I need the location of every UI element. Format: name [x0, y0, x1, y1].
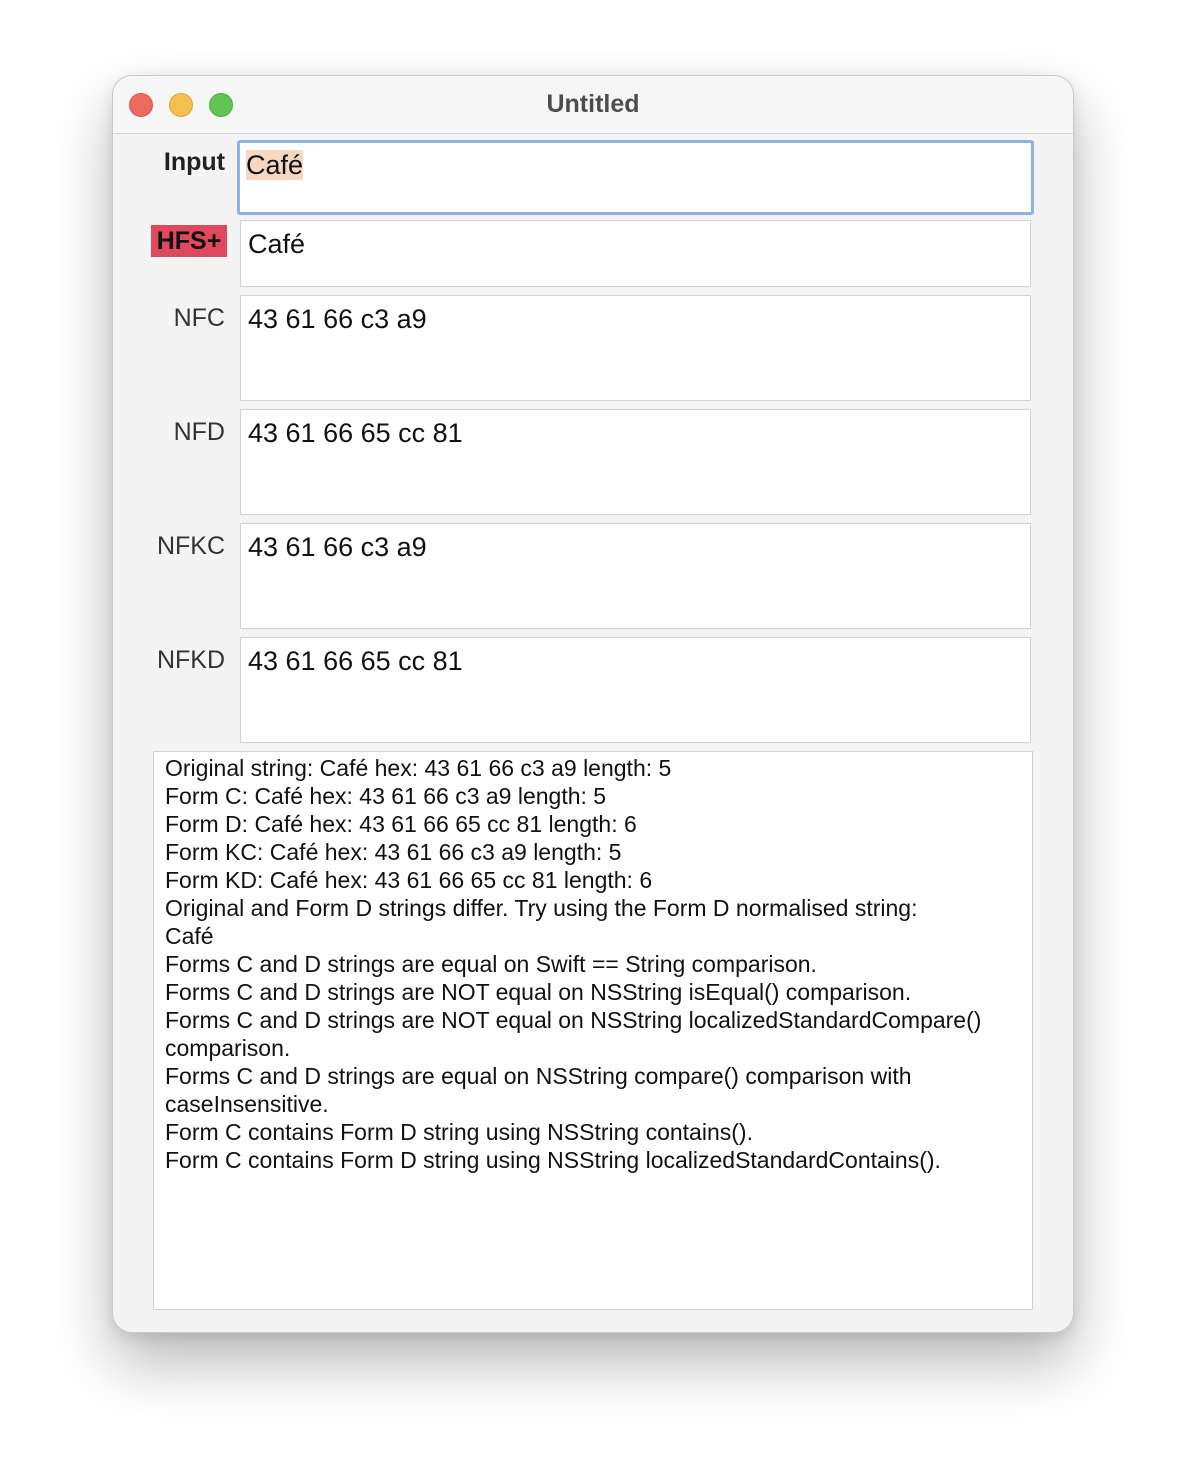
log-line: Original string: Café hex: 43 61 66 c3 a… — [165, 755, 672, 781]
nfd-value: 43 61 66 65 cc 81 — [248, 418, 463, 448]
nfd-label: NFD — [173, 418, 225, 446]
window-title: Untitled — [546, 90, 640, 118]
input-value: Café — [246, 150, 304, 180]
nfc-field[interactable]: 43 61 66 c3 a9 — [240, 295, 1031, 401]
nfc-label: NFC — [173, 304, 225, 332]
log-line: Forms C and D strings are NOT equal on N… — [165, 979, 912, 1005]
log-line: Form C: Café hex: 43 61 66 c3 a9 length:… — [165, 783, 607, 809]
log-line: Forms C and D strings are equal on Swift… — [165, 951, 817, 977]
input-label: Input — [163, 148, 225, 176]
nfkd-field[interactable]: 43 61 66 65 cc 81 — [240, 637, 1031, 743]
hfs-value: Café — [248, 229, 306, 259]
log-line: Form KD: Café hex: 43 61 66 65 cc 81 len… — [165, 867, 653, 893]
log-line: Form D: Café hex: 43 61 66 65 cc 81 leng… — [165, 811, 637, 837]
title-bar[interactable]: Untitled — [113, 76, 1073, 134]
nfc-value: 43 61 66 c3 a9 — [248, 304, 427, 334]
results-text-view[interactable]: Original string: Café hex: 43 61 66 c3 a… — [153, 751, 1033, 1310]
nfkc-field[interactable]: 43 61 66 c3 a9 — [240, 523, 1031, 629]
nfkc-label: NFKC — [156, 532, 225, 560]
hfs-label-badge: HFS+ — [151, 225, 227, 257]
input-field[interactable]: Café — [237, 140, 1034, 215]
nfd-field[interactable]: 43 61 66 65 cc 81 — [240, 409, 1031, 515]
log-line: Form C contains Form D string using NSSt… — [165, 1119, 753, 1145]
log-line: Café — [165, 923, 214, 949]
nfkc-value: 43 61 66 c3 a9 — [248, 532, 427, 562]
nfkd-label: NFKD — [156, 646, 225, 674]
nfkd-value: 43 61 66 65 cc 81 — [248, 646, 463, 676]
log-line: Form C contains Form D string using NSSt… — [165, 1147, 941, 1173]
log-line: Form KC: Café hex: 43 61 66 c3 a9 length… — [165, 839, 622, 865]
app-window: Untitled Input Café HFS+ Café NFC 43 61 … — [112, 75, 1074, 1333]
log-line: Original and Form D strings differ. Try … — [165, 895, 918, 921]
hfs-field[interactable]: Café — [240, 220, 1031, 287]
log-line: Forms C and D strings are equal on NSStr… — [165, 1063, 918, 1117]
log-line: Forms C and D strings are NOT equal on N… — [165, 1007, 988, 1061]
